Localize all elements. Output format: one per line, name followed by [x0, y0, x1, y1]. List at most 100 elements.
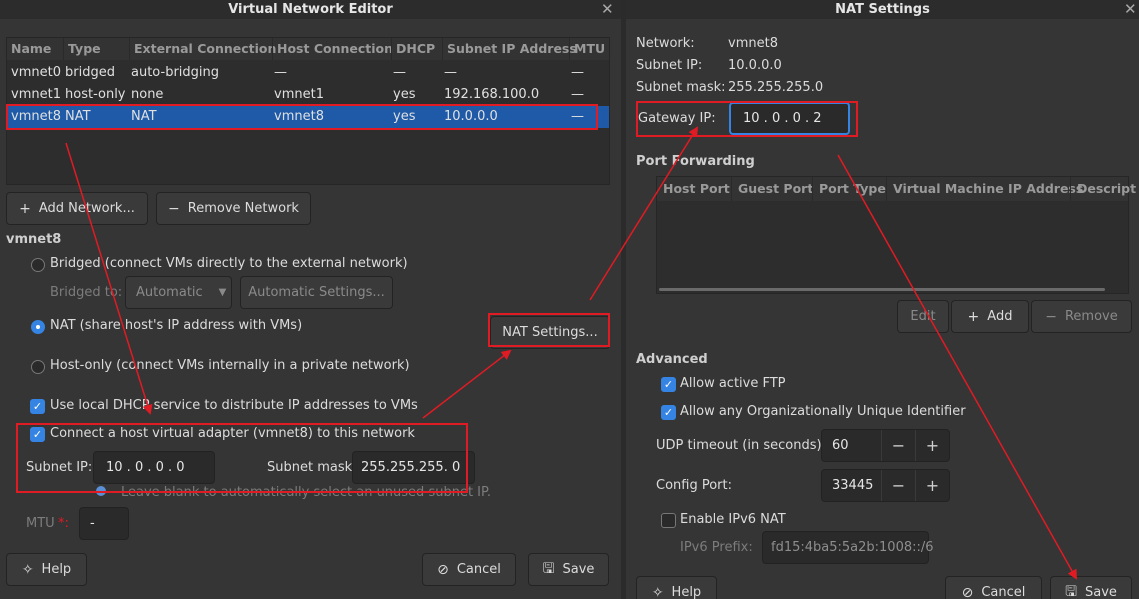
- cell-subnet: —: [444, 65, 457, 80]
- nat-cancel-button[interactable]: ⊘ Cancel: [945, 576, 1042, 599]
- column-header-guest-port[interactable]: Guest Port: [731, 177, 813, 201]
- column-header-port-type[interactable]: Port Type: [812, 177, 886, 201]
- chevron-down-icon: ▼: [218, 287, 227, 298]
- dhcp-checkbox[interactable]: ✓: [30, 399, 45, 414]
- column-header-host-port[interactable]: Host Port: [657, 177, 730, 201]
- cell-type: host-only: [65, 87, 126, 102]
- nat-save-label: Save: [1085, 585, 1117, 599]
- column-header-name[interactable]: Name: [7, 38, 51, 60]
- edit-button[interactable]: Edit: [897, 300, 949, 333]
- cell-subnet: 192.168.100.0: [444, 87, 540, 102]
- network-value: vmnet8: [728, 36, 778, 51]
- config-port-spinner[interactable]: 33445 − +: [821, 469, 950, 502]
- ipv6-prefix-input[interactable]: fd15:4ba5:5a2b:1008::/6: [762, 531, 934, 564]
- remove-network-button[interactable]: − Remove Network: [156, 192, 311, 225]
- add-button[interactable]: + Add: [951, 300, 1029, 333]
- nat-help-button[interactable]: ✧ Help: [636, 576, 717, 599]
- nat-radio[interactable]: [31, 320, 45, 334]
- cell-host: vmnet8: [274, 109, 324, 124]
- cancel-icon: ⊘: [437, 561, 449, 578]
- edit-label: Edit: [910, 309, 936, 324]
- host-only-radio[interactable]: [31, 360, 45, 374]
- help-button[interactable]: ✧ Help: [6, 553, 87, 586]
- minus-icon: −: [168, 200, 180, 217]
- save-button[interactable]: 🖫 Save: [528, 553, 609, 586]
- udp-timeout-spinner[interactable]: 60 − +: [821, 429, 950, 462]
- connect-adapter-checkbox[interactable]: ✓: [30, 427, 45, 442]
- remove-network-label: Remove Network: [187, 201, 299, 216]
- plus-icon[interactable]: +: [915, 430, 949, 461]
- config-port-value: 33445: [832, 478, 874, 493]
- column-header-mtu[interactable]: MTU: [569, 38, 605, 60]
- ipv6-nat-checkbox[interactable]: [661, 513, 676, 528]
- nat-settings-label: NAT Settings...: [502, 325, 598, 340]
- cell-name: vmnet0: [11, 65, 61, 80]
- network-table: Name Type External Connection Host Conne…: [6, 37, 610, 185]
- add-label: Add: [987, 309, 1013, 324]
- save-icon: 🖫: [542, 560, 555, 577]
- add-network-button[interactable]: + Add Network...: [6, 192, 148, 225]
- cell-external: none: [131, 87, 164, 102]
- table-row[interactable]: vmnet0 bridged auto-bridging — — — —: [7, 62, 609, 84]
- nat-subnet-mask-label: Subnet mask:: [636, 80, 726, 95]
- column-header-host[interactable]: Host Connection: [272, 38, 393, 60]
- close-icon[interactable]: ✕: [1124, 0, 1137, 19]
- gateway-ip-input[interactable]: 10 . 0 . 0 . 2: [729, 102, 850, 135]
- ipv6-prefix-label: IPv6 Prefix:: [680, 540, 753, 555]
- cell-dhcp: yes: [393, 87, 416, 102]
- column-header-description[interactable]: Descript: [1070, 177, 1136, 201]
- cell-external: NAT: [131, 109, 157, 124]
- subnet-mask-input[interactable]: 255.255.255. 0: [352, 451, 475, 484]
- cancel-button[interactable]: ⊘ Cancel: [422, 553, 516, 586]
- close-icon[interactable]: ✕: [601, 0, 614, 19]
- column-header-vm-ip[interactable]: Virtual Machine IP Address: [886, 177, 1083, 201]
- minus-icon[interactable]: −: [881, 430, 915, 461]
- allow-oui-checkbox[interactable]: ✓: [661, 405, 676, 420]
- advanced-title: Advanced: [636, 352, 708, 367]
- mtu-input[interactable]: -: [79, 507, 129, 540]
- allow-ftp-checkbox[interactable]: ✓: [661, 377, 676, 392]
- column-header-type[interactable]: Type: [63, 38, 101, 60]
- table-row[interactable]: vmnet1 host-only none vmnet1 yes 192.168…: [7, 84, 609, 106]
- bridged-to-select[interactable]: Automatic ▼: [125, 276, 232, 309]
- table-row-selected[interactable]: vmnet8 NAT NAT vmnet8 yes 10.0.0.0 —: [7, 106, 609, 128]
- cell-host: vmnet1: [274, 87, 324, 102]
- allow-ftp-label: Allow active FTP: [680, 376, 786, 391]
- window-title: Virtual Network Editor: [0, 0, 621, 19]
- save-icon: 🖫: [1065, 583, 1077, 599]
- nat-subnet-mask-value: 255.255.255.0: [728, 80, 824, 95]
- column-header-subnet[interactable]: Subnet IP Address: [442, 38, 577, 60]
- nat-save-button[interactable]: 🖫 Save: [1050, 576, 1132, 599]
- cancel-icon: ⊘: [961, 584, 974, 599]
- bridged-radio[interactable]: [31, 258, 45, 272]
- plus-icon: +: [19, 200, 31, 217]
- cell-name: vmnet1: [11, 87, 61, 102]
- column-header-dhcp[interactable]: DHCP: [391, 38, 435, 60]
- minus-icon[interactable]: −: [881, 470, 915, 501]
- gateway-ip-label: Gateway IP:: [638, 111, 716, 126]
- nat-settings-button[interactable]: NAT Settings...: [490, 316, 610, 349]
- config-port-label: Config Port:: [656, 478, 732, 493]
- ipv6-nat-label: Enable IPv6 NAT: [680, 512, 786, 527]
- save-label: Save: [562, 562, 595, 577]
- plus-icon[interactable]: +: [915, 470, 949, 501]
- remove-button[interactable]: − Remove: [1031, 300, 1132, 333]
- automatic-settings-button[interactable]: Automatic Settings...: [240, 276, 393, 309]
- horizontal-scrollbar[interactable]: [659, 288, 1105, 291]
- cell-dhcp: yes: [393, 109, 416, 124]
- bridged-to-value: Automatic: [136, 285, 203, 300]
- cell-mtu: —: [571, 87, 584, 102]
- window-title: NAT Settings: [626, 0, 1139, 19]
- help-icon: ✧: [651, 584, 664, 599]
- virtual-network-editor-window: Virtual Network Editor ✕ Name Type Exter…: [0, 0, 621, 599]
- cell-type: NAT: [65, 109, 91, 124]
- subnet-mask-label: Subnet mask:: [267, 460, 357, 475]
- remove-label: Remove: [1064, 309, 1118, 324]
- connect-adapter-label: Connect a host virtual adapter (vmnet8) …: [50, 426, 415, 441]
- subnet-ip-input[interactable]: 10 . 0 . 0 . 0: [93, 451, 215, 484]
- column-header-external[interactable]: External Connection: [129, 38, 276, 60]
- mtu-required-mark: *:: [58, 516, 69, 531]
- help-icon: ✧: [21, 561, 34, 578]
- cell-external: auto-bridging: [131, 65, 220, 80]
- cancel-label: Cancel: [456, 562, 501, 577]
